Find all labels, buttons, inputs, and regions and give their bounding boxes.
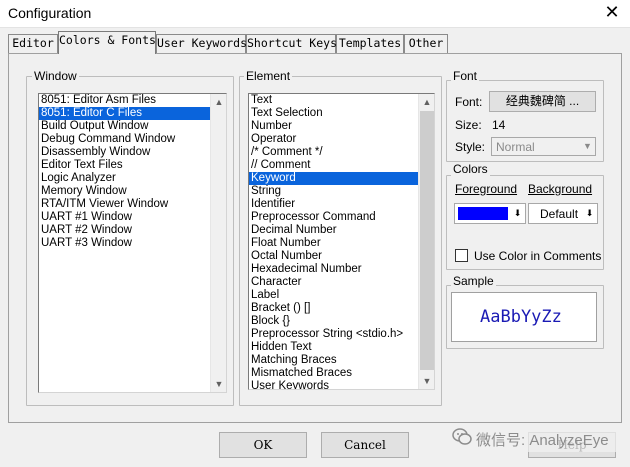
background-color-picker[interactable]: Default ⬇: [528, 203, 598, 224]
list-item[interactable]: Memory Window: [39, 185, 210, 198]
list-item[interactable]: Editor Text Files: [39, 159, 210, 172]
list-item[interactable]: UART #2 Window: [39, 224, 210, 237]
window-group-legend: Window: [32, 69, 79, 83]
list-item[interactable]: // Comment: [249, 159, 418, 172]
list-item[interactable]: Hidden Text: [249, 341, 418, 354]
list-item[interactable]: Decimal Number: [249, 224, 418, 237]
dropdown-arrow-icon[interactable]: ⬇: [510, 208, 525, 219]
list-item[interactable]: Text Selection: [249, 107, 418, 120]
list-item[interactable]: /* Comment */: [249, 146, 418, 159]
list-item[interactable]: Debug Command Window: [39, 133, 210, 146]
foreground-label: Foreground: [455, 182, 518, 196]
list-item[interactable]: Operator: [249, 133, 418, 146]
scroll-down-icon[interactable]: ▼: [211, 376, 226, 392]
window-title: Configuration: [8, 5, 92, 21]
scroll-thumb[interactable]: [420, 111, 434, 370]
list-item[interactable]: RTA/ITM Viewer Window: [39, 198, 210, 211]
list-item[interactable]: Identifier: [249, 198, 418, 211]
list-item[interactable]: Bracket () []: [249, 302, 418, 315]
list-item[interactable]: Preprocessor String <stdio.h>: [249, 328, 418, 341]
window-listbox[interactable]: 8051: Editor Asm Files 8051: Editor C Fil…: [38, 93, 227, 393]
scroll-up-icon[interactable]: ▲: [211, 94, 226, 110]
list-item[interactable]: Number: [249, 120, 418, 133]
background-value: Default: [540, 207, 579, 221]
foreground-color-swatch: [458, 207, 508, 220]
list-item[interactable]: Mismatched Braces: [249, 367, 418, 380]
foreground-color-picker[interactable]: ⬇: [454, 203, 526, 224]
list-item[interactable]: Float Number: [249, 237, 418, 250]
list-item[interactable]: Block {}: [249, 315, 418, 328]
font-group-legend: Font: [451, 69, 480, 83]
wechat-icon: [452, 427, 472, 447]
tab-templates[interactable]: Templates: [336, 34, 404, 53]
size-label: Size:: [455, 118, 482, 132]
tab-shortcut-keys[interactable]: Shortcut Keys: [246, 34, 337, 53]
list-item[interactable]: Preprocessor Command: [249, 211, 418, 224]
list-item[interactable]: 8051: Editor Asm Files: [39, 94, 210, 107]
list-item[interactable]: Keyword: [249, 172, 418, 185]
list-item[interactable]: UART #1 Window: [39, 211, 210, 224]
list-item[interactable]: Disassembly Window: [39, 146, 210, 159]
scroll-down-icon[interactable]: ▼: [419, 373, 434, 389]
tab-colors-fonts[interactable]: Colors & Fonts: [58, 31, 156, 54]
list-item[interactable]: Matching Braces: [249, 354, 418, 367]
chevron-down-icon: ▼: [583, 141, 592, 151]
title-bar: Configuration ✕: [0, 0, 630, 28]
window-list-scrollbar[interactable]: ▲ ▼: [210, 94, 226, 392]
close-icon[interactable]: ✕: [600, 0, 624, 24]
list-item[interactable]: 8051: Editor C Files: [39, 107, 210, 120]
tab-editor[interactable]: Editor: [8, 34, 58, 53]
use-color-in-comments-label: Use Color in Comments: [474, 249, 602, 263]
list-item[interactable]: UART #3 Window: [39, 237, 210, 250]
cancel-button[interactable]: Cancel: [321, 432, 409, 458]
element-list-scrollbar[interactable]: ▲ ▼: [418, 94, 434, 389]
use-color-in-comments-checkbox[interactable]: [455, 249, 468, 262]
tab-other[interactable]: Other: [404, 34, 448, 53]
font-select-button[interactable]: 经典魏碑简 ...: [489, 91, 596, 112]
watermark-text: 微信号: AnalyzeEye: [476, 432, 609, 449]
style-value: Normal: [496, 140, 535, 154]
element-listbox[interactable]: Text Text Selection Number Operator/* Comme…: [248, 93, 435, 390]
style-label: Style:: [455, 140, 486, 154]
ok-button[interactable]: OK: [219, 432, 307, 458]
list-item[interactable]: Label: [249, 289, 418, 302]
list-item[interactable]: Build Output Window: [39, 120, 210, 133]
list-item[interactable]: String: [249, 185, 418, 198]
list-item[interactable]: Octal Number: [249, 250, 418, 263]
list-item[interactable]: Character: [249, 276, 418, 289]
sample-text: AaBbYyZz: [480, 307, 562, 327]
style-combo: Normal ▼: [491, 137, 596, 156]
scroll-up-icon[interactable]: ▲: [419, 94, 434, 110]
font-label: Font:: [455, 95, 483, 109]
element-group-legend: Element: [244, 69, 293, 83]
list-item[interactable]: Text: [249, 94, 418, 107]
sample-preview: AaBbYyZz: [451, 292, 597, 342]
tab-user-keywords[interactable]: User Keywords: [156, 34, 247, 53]
colors-group-legend: Colors: [451, 162, 490, 176]
dropdown-arrow-icon[interactable]: ⬇: [582, 208, 597, 219]
list-item[interactable]: Logic Analyzer: [39, 172, 210, 185]
size-value: 14: [492, 118, 506, 132]
list-item[interactable]: User Keywords: [249, 380, 418, 389]
background-label: Background: [528, 182, 593, 196]
sample-group-legend: Sample: [451, 274, 496, 288]
list-item[interactable]: Hexadecimal Number: [249, 263, 418, 276]
